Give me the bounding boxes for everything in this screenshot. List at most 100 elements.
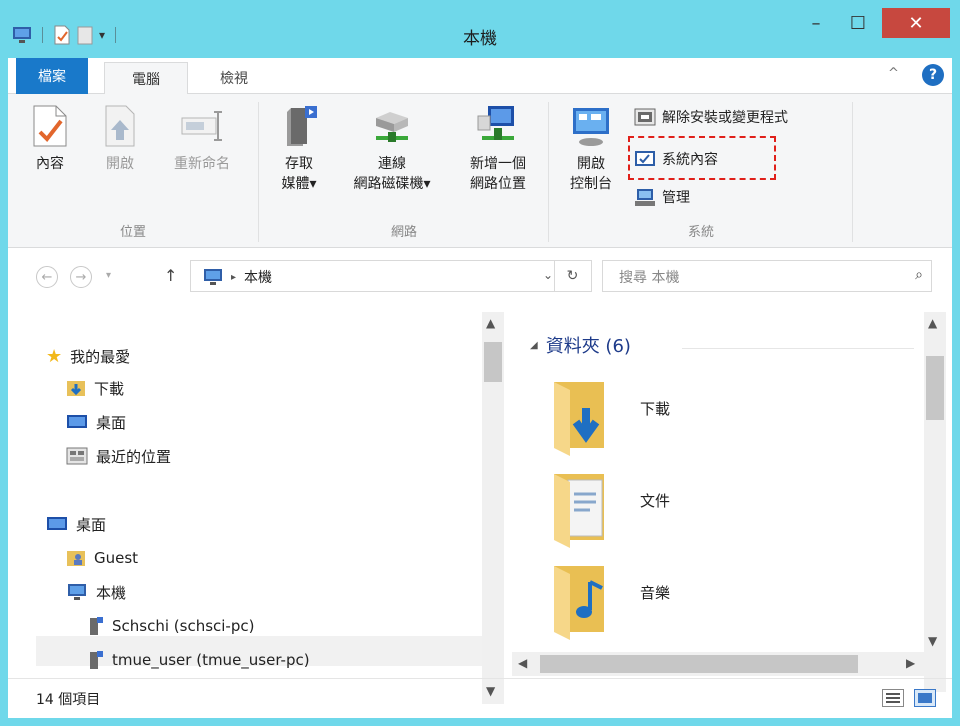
tree-item-desktop-favorite[interactable]: 桌面 bbox=[66, 408, 126, 436]
collapse-icon[interactable]: ◢ bbox=[530, 340, 538, 351]
control-panel-icon bbox=[573, 108, 609, 146]
uninstall-program-button[interactable]: 解除安裝或變更程式 bbox=[634, 104, 788, 130]
refresh-button[interactable]: ↻ bbox=[554, 260, 590, 292]
up-button[interactable]: ↑ bbox=[164, 266, 177, 285]
group-divider bbox=[852, 102, 853, 242]
title-bar: ▾ 本機 – ☐ ✕ bbox=[0, 0, 960, 58]
details-view-icon[interactable] bbox=[882, 689, 904, 707]
search-icon[interactable]: ⌕ bbox=[915, 267, 923, 283]
media-server-icon bbox=[90, 617, 103, 635]
manage-label: 管理 bbox=[662, 190, 690, 206]
manage-icon bbox=[635, 189, 655, 206]
open-icon bbox=[105, 105, 135, 147]
properties-icon bbox=[33, 105, 67, 147]
ribbon-collapse-icon[interactable]: ^ bbox=[888, 66, 899, 81]
recent-locations-icon[interactable]: ▾ bbox=[106, 270, 111, 281]
tree-item-favorites[interactable]: ★ 我的最愛 bbox=[46, 342, 130, 370]
control-panel-label-2: 控制台 bbox=[570, 176, 612, 192]
scroll-down-icon[interactable]: ▼ bbox=[928, 634, 937, 648]
map-drive-label-1: 連線 bbox=[378, 156, 406, 172]
ribbon-tabs: 檔案 電腦 檢視 ^ ? bbox=[8, 58, 952, 95]
view-switcher bbox=[882, 689, 936, 707]
recent-places-icon bbox=[66, 447, 88, 465]
close-button[interactable]: ✕ bbox=[882, 8, 950, 38]
downloads-folder-icon bbox=[554, 382, 604, 456]
tree-item-desktop[interactable]: 桌面 bbox=[46, 510, 106, 538]
downloads-folder-icon bbox=[67, 381, 85, 396]
search-placeholder: 搜尋 本機 bbox=[619, 270, 680, 286]
content-pane: ◢ 資料夾 (6) 下載 文件 音樂 bbox=[512, 312, 924, 692]
tree-item-recent-places[interactable]: 最近的位置 bbox=[66, 442, 171, 470]
content-pane-scrollbar[interactable]: ▲ ▼ bbox=[924, 312, 946, 692]
map-network-drive-button[interactable]: 連線 網路磁碟機▾ bbox=[336, 104, 448, 194]
folder-item[interactable]: 音樂 bbox=[550, 556, 890, 640]
breadcrumb-separator-icon[interactable]: ▸ bbox=[231, 272, 236, 283]
window-content: 檔案 電腦 檢視 ^ ? 內容 開啟 重新命名 位置 存取 媒體▾ 連線 網路磁… bbox=[8, 58, 952, 718]
tab-view[interactable]: 檢視 bbox=[198, 62, 270, 94]
section-header-folders[interactable]: ◢ 資料夾 (6) bbox=[530, 332, 631, 358]
tree-item-guest[interactable]: Guest bbox=[66, 544, 138, 572]
folder-name: 音樂 bbox=[640, 584, 671, 602]
media-server-icon bbox=[287, 106, 317, 146]
maximize-button[interactable]: ☐ bbox=[836, 8, 880, 38]
properties-label: 內容 bbox=[36, 156, 64, 172]
group-location-label: 位置 bbox=[119, 225, 146, 240]
group-system-label: 系統 bbox=[687, 225, 714, 240]
rename-button[interactable]: 重新命名 bbox=[160, 104, 244, 174]
group-divider bbox=[258, 102, 259, 242]
control-panel-label-1: 開啟 bbox=[577, 156, 605, 172]
tree-item-schschi-media[interactable]: Schschi (schsci-pc) bbox=[86, 612, 254, 640]
scroll-up-icon[interactable]: ▲ bbox=[928, 316, 937, 330]
open-button[interactable]: 開啟 bbox=[98, 104, 142, 174]
tab-file[interactable]: 檔案 bbox=[16, 58, 88, 94]
add-location-label-2: 網路位置 bbox=[470, 176, 526, 192]
status-bar: 14 個項目 bbox=[8, 678, 952, 718]
uninstall-icon bbox=[634, 108, 656, 126]
folder-item[interactable]: 下載 bbox=[550, 372, 890, 456]
tree-item-tmue-media[interactable]: tmue_user (tmue_user-pc) bbox=[86, 646, 310, 674]
search-input[interactable]: 搜尋 本機 ⌕ bbox=[602, 260, 932, 292]
section-divider bbox=[682, 348, 914, 349]
map-drive-label-2: 網路磁碟機▾ bbox=[353, 176, 431, 192]
breadcrumb-this-pc[interactable]: 本機 bbox=[244, 267, 272, 287]
access-media-label-1: 存取 bbox=[285, 156, 313, 172]
documents-folder-icon bbox=[554, 474, 604, 548]
tree-item-this-pc[interactable]: 本機 bbox=[66, 578, 126, 606]
forward-button[interactable]: → bbox=[70, 266, 92, 288]
address-bar[interactable]: ▸ 本機 ⌄ bbox=[190, 260, 592, 292]
scrollbar-thumb[interactable] bbox=[540, 655, 858, 673]
access-media-button[interactable]: 存取 媒體▾ bbox=[272, 104, 326, 194]
scroll-right-icon[interactable]: ▶ bbox=[906, 656, 915, 670]
tab-computer[interactable]: 電腦 bbox=[104, 62, 188, 95]
add-network-location-button[interactable]: 新增一個 網路位置 bbox=[456, 104, 540, 194]
properties-button[interactable]: 內容 bbox=[28, 104, 72, 174]
scroll-left-icon[interactable]: ◀ bbox=[518, 656, 527, 670]
navigation-pane-scrollbar[interactable]: ▲ ▼ bbox=[482, 312, 504, 704]
rename-label: 重新命名 bbox=[174, 156, 230, 172]
computer-icon bbox=[68, 584, 86, 600]
open-control-panel-button[interactable]: 開啟 控制台 bbox=[558, 104, 624, 194]
group-network: 存取 媒體▾ 連線 網路磁碟機▾ 新增一個 網路位置 網路 bbox=[260, 98, 548, 244]
tree-item-downloads[interactable]: 下載 bbox=[66, 374, 124, 402]
help-icon[interactable]: ? bbox=[922, 64, 944, 86]
group-divider bbox=[548, 102, 549, 242]
media-server-icon bbox=[90, 651, 103, 669]
explorer-window: ▾ 本機 – ☐ ✕ 檔案 電腦 檢視 ^ ? 內容 開啟 重新命名 位置 存取… bbox=[0, 0, 960, 726]
scrollbar-thumb[interactable] bbox=[484, 342, 502, 382]
scroll-up-icon[interactable]: ▲ bbox=[486, 316, 495, 330]
minimize-button[interactable]: – bbox=[798, 8, 834, 38]
manage-button[interactable]: 管理 bbox=[634, 184, 690, 210]
scrollbar-thumb[interactable] bbox=[926, 356, 944, 420]
item-count: 14 個項目 bbox=[36, 692, 101, 708]
horizontal-scrollbar[interactable]: ◀ ▶ bbox=[512, 652, 924, 676]
ribbon: 內容 開啟 重新命名 位置 存取 媒體▾ 連線 網路磁碟機▾ 新增一個 網路位置… bbox=[8, 94, 952, 248]
back-button[interactable]: ← bbox=[36, 266, 58, 288]
large-icons-view-icon[interactable] bbox=[914, 689, 936, 707]
address-dropdown-icon[interactable]: ⌄ bbox=[543, 268, 553, 282]
folder-item[interactable]: 文件 bbox=[550, 464, 890, 548]
uninstall-label: 解除安裝或變更程式 bbox=[662, 110, 788, 126]
navigation-pane: ★ 我的最愛 下載 桌面 最近的位置 桌面 Guest 本機 Schschi (… bbox=[8, 312, 510, 688]
network-location-icon bbox=[477, 106, 514, 140]
computer-icon bbox=[204, 269, 222, 285]
user-folder-icon bbox=[67, 551, 85, 566]
